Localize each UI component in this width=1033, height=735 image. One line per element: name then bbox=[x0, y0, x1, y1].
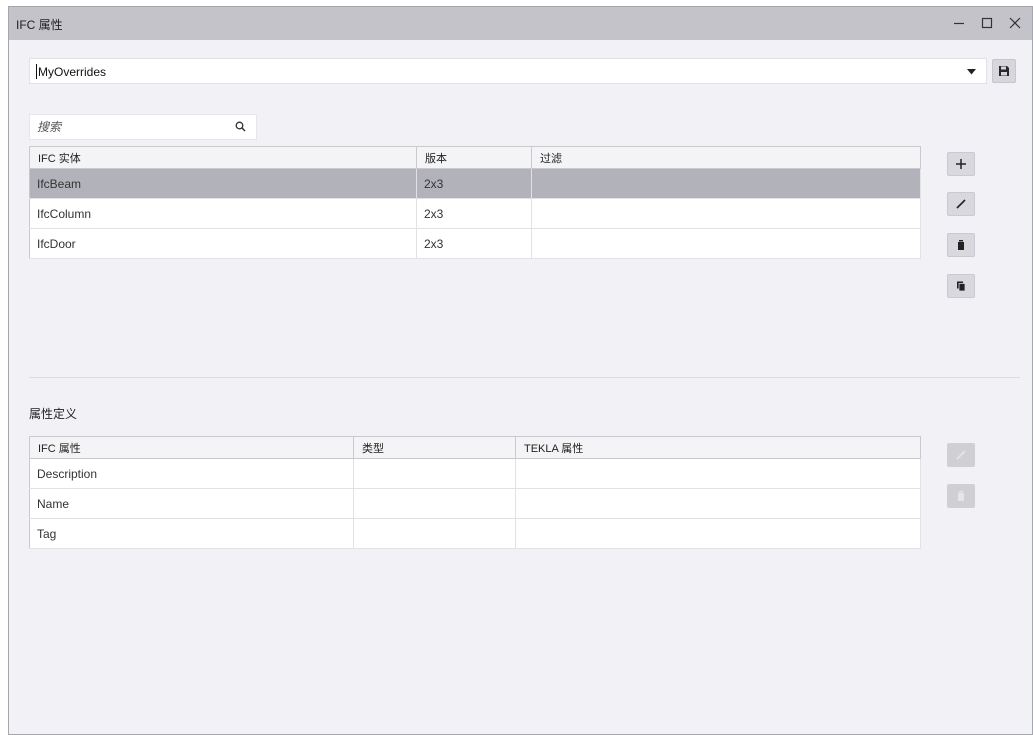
edit-property-button[interactable] bbox=[947, 443, 975, 467]
table-header-row: IFC 实体 版本 过滤 bbox=[29, 146, 921, 169]
close-button[interactable] bbox=[1003, 12, 1027, 34]
maximize-button[interactable] bbox=[975, 12, 999, 34]
tekla-property-cell[interactable] bbox=[515, 518, 921, 549]
pencil-icon bbox=[956, 450, 966, 460]
tekla-property-cell[interactable] bbox=[515, 488, 921, 519]
pencil-icon bbox=[956, 199, 966, 209]
entity-cell: IfcBeam bbox=[29, 168, 417, 199]
overrides-combobox[interactable]: MyOverrides bbox=[29, 58, 987, 84]
filter-cell[interactable] bbox=[531, 198, 921, 229]
ifc-property-cell: Description bbox=[29, 458, 354, 489]
search-input[interactable] bbox=[30, 115, 230, 139]
close-icon bbox=[1009, 17, 1021, 29]
window-title: IFC 属性 bbox=[16, 18, 63, 32]
edit-entity-button[interactable] bbox=[947, 192, 975, 216]
trash-icon bbox=[958, 491, 964, 501]
property-definition-label: 属性定义 bbox=[29, 407, 78, 421]
table-row[interactable]: Name bbox=[29, 488, 921, 519]
floppy-disk-icon bbox=[999, 66, 1009, 76]
version-cell: 2x3 bbox=[416, 168, 532, 199]
version-cell: 2x3 bbox=[416, 198, 532, 229]
column-header-ifc-entity[interactable]: IFC 实体 bbox=[29, 146, 417, 169]
table-row[interactable]: IfcDoor 2x3 bbox=[29, 228, 921, 259]
plus-icon bbox=[956, 159, 966, 169]
copy-icon bbox=[957, 281, 966, 292]
column-header-filter[interactable]: 过滤 bbox=[531, 146, 921, 169]
text-caret bbox=[36, 64, 37, 79]
ifc-property-cell: Name bbox=[29, 488, 354, 519]
table-row[interactable]: Description bbox=[29, 458, 921, 489]
ifc-properties-window: IFC 属性 MyOverrides IFC bbox=[8, 6, 1033, 735]
delete-entity-button[interactable] bbox=[947, 233, 975, 257]
add-entity-button[interactable] bbox=[947, 152, 975, 176]
entity-cell: IfcDoor bbox=[29, 228, 417, 259]
search-box[interactable] bbox=[29, 114, 257, 140]
table-header-row: IFC 属性 类型 TEKLA 属性 bbox=[29, 436, 921, 459]
overrides-selected-value: MyOverrides bbox=[38, 65, 107, 79]
save-overrides-button[interactable] bbox=[992, 59, 1016, 83]
copy-entity-button[interactable] bbox=[947, 274, 975, 298]
type-cell bbox=[353, 518, 516, 549]
version-cell: 2x3 bbox=[416, 228, 532, 259]
trash-icon bbox=[958, 240, 964, 250]
table-row[interactable]: IfcBeam 2x3 bbox=[29, 168, 921, 199]
table-row[interactable]: IfcColumn 2x3 bbox=[29, 198, 921, 229]
filter-cell[interactable] bbox=[531, 168, 921, 199]
entity-cell: IfcColumn bbox=[29, 198, 417, 229]
title-bar[interactable]: IFC 属性 bbox=[9, 7, 1032, 40]
minimize-icon bbox=[954, 22, 964, 25]
column-header-tekla-property[interactable]: TEKLA 属性 bbox=[515, 436, 921, 459]
delete-property-button[interactable] bbox=[947, 484, 975, 508]
filter-cell[interactable] bbox=[531, 228, 921, 259]
column-header-type[interactable]: 类型 bbox=[353, 436, 516, 459]
search-icon[interactable] bbox=[235, 121, 246, 132]
tekla-property-cell[interactable] bbox=[515, 458, 921, 489]
minimize-button[interactable] bbox=[947, 12, 971, 34]
table-row[interactable]: Tag bbox=[29, 518, 921, 549]
ifc-property-cell: Tag bbox=[29, 518, 354, 549]
column-header-ifc-property[interactable]: IFC 属性 bbox=[29, 436, 354, 459]
maximize-icon bbox=[981, 17, 993, 29]
column-header-version[interactable]: 版本 bbox=[416, 146, 532, 169]
type-cell bbox=[353, 488, 516, 519]
type-cell bbox=[353, 458, 516, 489]
property-definition-table: IFC 属性 类型 TEKLA 属性 Description Name Tag bbox=[29, 436, 921, 549]
chevron-down-icon[interactable] bbox=[967, 69, 976, 75]
section-divider bbox=[29, 377, 1020, 378]
ifc-entity-table: IFC 实体 版本 过滤 IfcBeam 2x3 IfcColumn 2x3 I… bbox=[29, 146, 921, 259]
